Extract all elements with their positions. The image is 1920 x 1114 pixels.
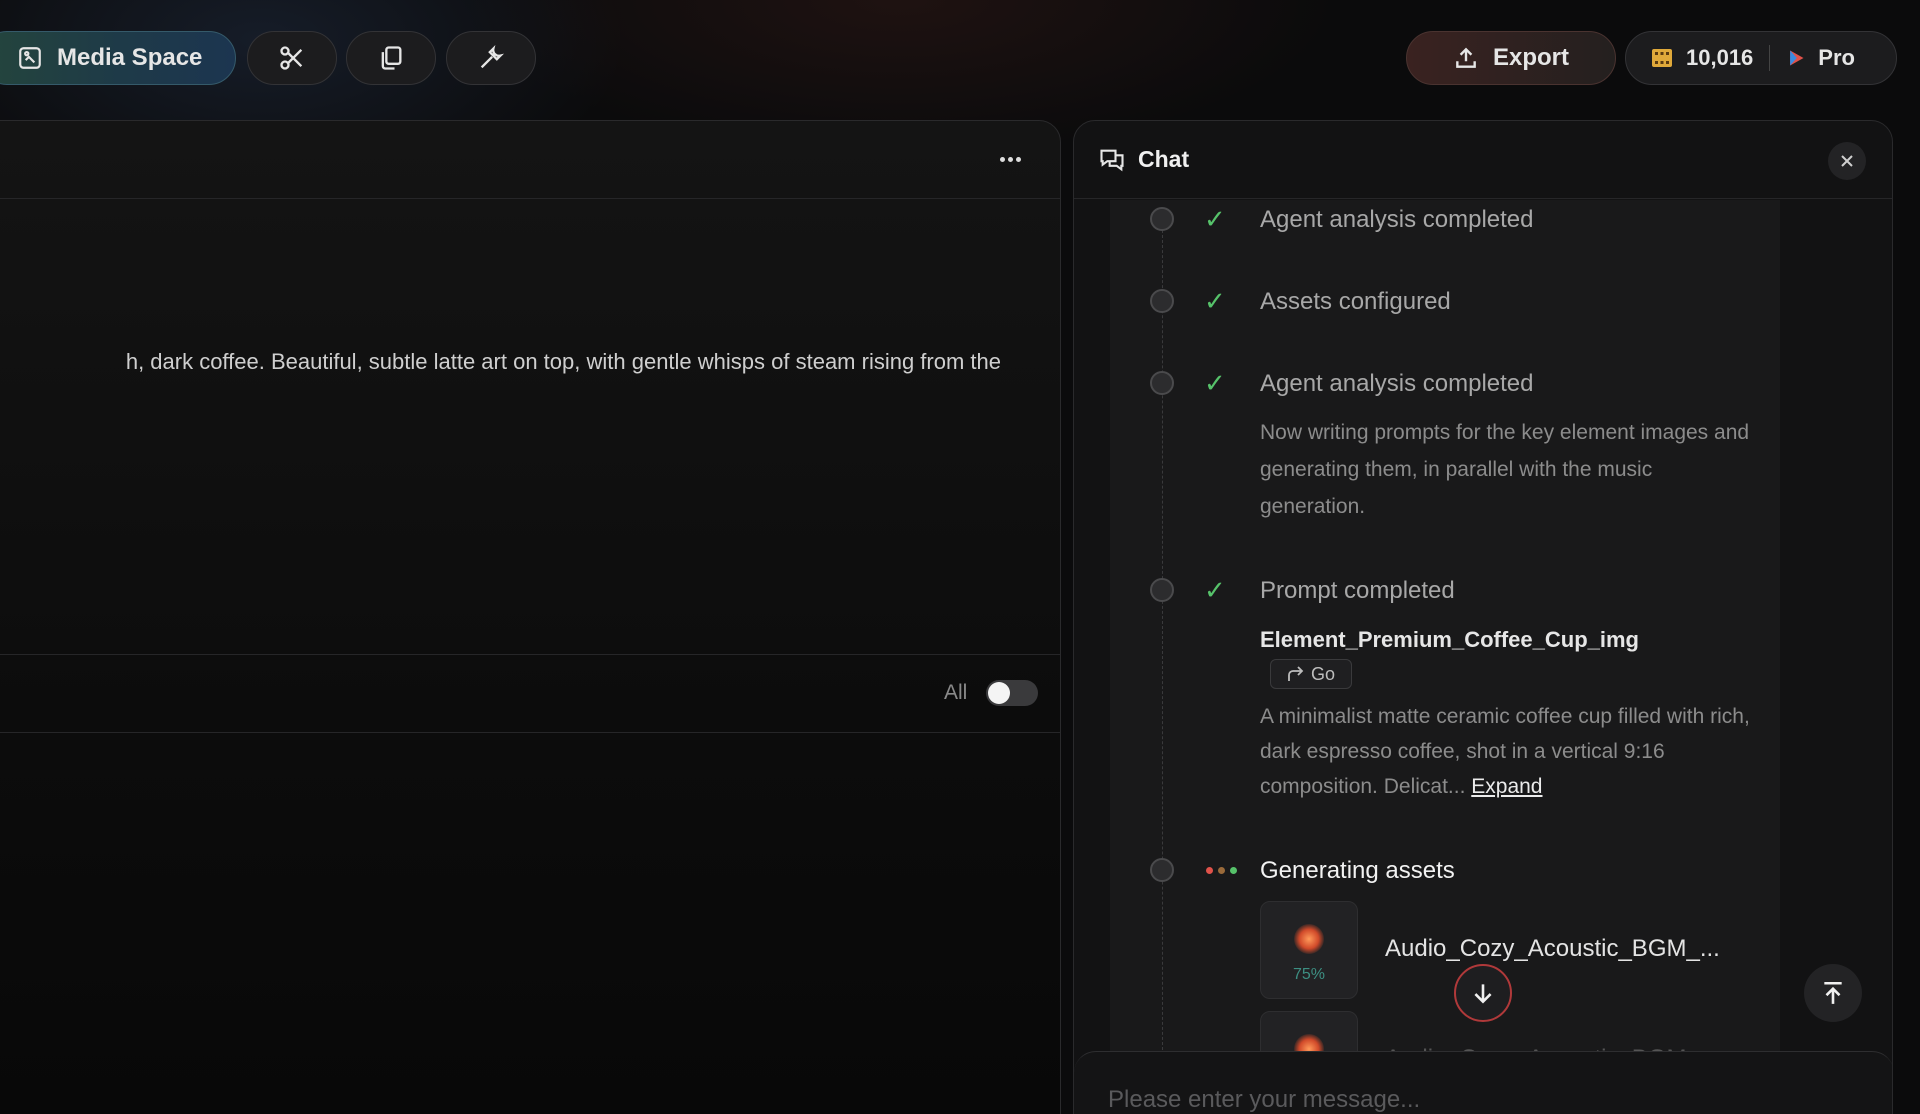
plan-label: Pro: [1818, 45, 1855, 70]
prompt-text[interactable]: h, dark coffee. Beautiful, subtle latte …: [0, 349, 1001, 375]
step-title: Assets configured: [1260, 288, 1451, 315]
arrow-down-icon: [1474, 984, 1492, 1004]
more-options-button[interactable]: [994, 145, 1026, 173]
chat-panel: Chat ✓ Agent analysis completed ✓ Assets…: [1073, 120, 1893, 1114]
brand-play-icon: [1790, 50, 1804, 66]
step-dot: [1150, 578, 1174, 602]
step-dot: [1150, 371, 1174, 395]
asset-name: Element_Premium_Coffee_Cup_img: [1260, 627, 1639, 652]
chat-input-area: [1074, 1051, 1892, 1114]
scissors-icon: [280, 46, 303, 70]
go-label: Go: [1310, 663, 1335, 684]
credits-plan-pill[interactable]: 10,016 Pro: [1625, 31, 1897, 85]
top-toolbar: Media Space Export 10,016 Pro: [0, 0, 1920, 118]
generating-orb-icon: [1294, 924, 1324, 954]
expand-link[interactable]: Expand: [1471, 775, 1542, 798]
go-button[interactable]: Go: [1270, 659, 1352, 689]
export-button[interactable]: Export: [1406, 31, 1616, 85]
filter-all-toggle[interactable]: [986, 680, 1038, 706]
checkmark-icon: ✓: [1204, 575, 1226, 605]
duplicate-tool-button[interactable]: [346, 31, 436, 85]
step-description: Now writing prompts for the key element …: [1260, 421, 1750, 518]
credits-value: 10,016: [1686, 45, 1754, 70]
credits-divider: [1769, 45, 1771, 71]
settings-tool-button[interactable]: [446, 31, 536, 85]
step-description: A minimalist matte ceramic coffee cup fi…: [1260, 699, 1770, 804]
asset-thumbnail[interactable]: 75%: [1260, 901, 1358, 999]
scroll-down-button[interactable]: [1454, 964, 1512, 1022]
checkmark-icon: ✓: [1204, 204, 1226, 234]
step-dot: [1150, 207, 1174, 231]
wrench-icon: [480, 44, 505, 69]
close-chat-button[interactable]: [1828, 142, 1866, 180]
film-icon: [1652, 49, 1672, 67]
step-title: Agent analysis completed: [1260, 370, 1534, 397]
asset-audio-name: Audio_Cozy_Acoustic_BGM_...: [1385, 935, 1720, 962]
chat-header: Chat: [1074, 121, 1892, 199]
chat-timeline: ✓ Agent analysis completed ✓ Assets conf…: [1110, 200, 1780, 1109]
loading-dots-icon: [1206, 867, 1237, 874]
media-space-button[interactable]: Media Space: [0, 31, 236, 85]
redirect-arrow-icon: [1288, 666, 1304, 681]
step-title: Agent analysis completed: [1260, 206, 1534, 233]
arrow-up-to-top-icon: [1824, 981, 1842, 1004]
media-space-icon: [19, 47, 41, 69]
cut-tool-button[interactable]: [247, 31, 337, 85]
editor-panel: h, dark coffee. Beautiful, subtle latte …: [0, 120, 1061, 1114]
close-icon: [1841, 155, 1853, 167]
scroll-to-top-button[interactable]: [1804, 964, 1862, 1022]
step-title: Prompt completed: [1260, 577, 1455, 604]
chat-message-input[interactable]: [1108, 1080, 1808, 1114]
divider: [0, 654, 1060, 655]
chat-bubbles-icon: [1100, 149, 1124, 171]
step-title: Generating assets: [1260, 857, 1455, 884]
filter-all-label: All: [944, 681, 968, 704]
copy-icon: [381, 46, 402, 70]
checkmark-icon: ✓: [1204, 286, 1226, 316]
asset-progress: 75%: [1292, 966, 1326, 983]
timeline-line: [1162, 220, 1163, 1070]
divider: [0, 732, 1060, 733]
export-label: Export: [1492, 44, 1569, 71]
step-dot: [1150, 289, 1174, 313]
editor-header: [0, 121, 1060, 199]
checkmark-icon: ✓: [1204, 368, 1226, 398]
chat-title: Chat: [1138, 146, 1190, 172]
prompt-text-content: h, dark coffee. Beautiful, subtle latte …: [125, 349, 1001, 374]
upload-icon: [1456, 47, 1476, 68]
media-space-label: Media Space: [57, 44, 203, 71]
toggle-knob: [988, 682, 1010, 704]
step-dot: [1150, 858, 1174, 882]
